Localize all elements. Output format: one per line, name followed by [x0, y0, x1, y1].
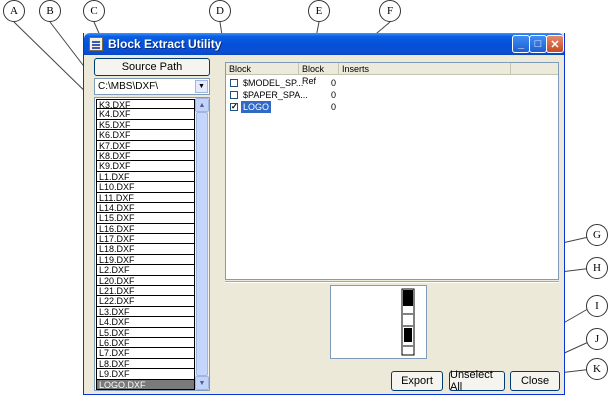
- divider: [225, 281, 559, 283]
- file-list-item[interactable]: L5.DXF: [96, 327, 195, 338]
- block-extract-window: Block Extract Utility _ □ ✕ Source Path …: [83, 33, 565, 395]
- file-list-item[interactable]: L19.DXF: [96, 254, 195, 266]
- callout-h: H: [586, 257, 608, 279]
- callout-i: I: [586, 295, 608, 317]
- scroll-up-icon[interactable]: ▲: [195, 98, 209, 112]
- block-checkbox[interactable]: [230, 79, 238, 87]
- file-rows: K3.DXF K4.DXF K5.DXF K6.DXF K7.DXF K8.DXF K9.D…: [96, 99, 195, 390]
- callout-g: G: [586, 224, 608, 246]
- app-icon: [89, 37, 103, 51]
- col-block-ref[interactable]: Block Ref: [299, 63, 339, 86]
- block-name: $MODEL_SP...: [243, 78, 304, 88]
- file-list-item[interactable]: L16.DXF: [96, 223, 195, 235]
- unselect-all-button[interactable]: Unselect All: [449, 369, 505, 393]
- callout-f: F: [379, 0, 401, 22]
- file-list-item[interactable]: L1.DXF: [96, 171, 195, 183]
- callout-b: B: [39, 0, 61, 22]
- callout-k: K: [586, 358, 608, 380]
- file-list-item[interactable]: L8.DXF: [96, 358, 195, 370]
- block-preview: [330, 285, 427, 359]
- file-list-item[interactable]: LOGO.DXF: [96, 379, 195, 390]
- file-list-item[interactable]: L4.DXF: [96, 317, 195, 328]
- scroll-down-icon[interactable]: ▼: [195, 376, 209, 390]
- file-list-item[interactable]: L18.DXF: [96, 244, 195, 255]
- minimize-button[interactable]: _: [512, 35, 530, 53]
- file-list-item[interactable]: L9.DXF: [96, 369, 195, 380]
- block-ref-count: 0: [330, 102, 336, 112]
- file-list-item[interactable]: K4.DXF: [96, 109, 195, 120]
- file-list-item[interactable]: L2.DXF: [96, 265, 195, 276]
- col-block[interactable]: Block: [226, 63, 299, 75]
- preview-drawing: [401, 288, 415, 356]
- window-title: Block Extract Utility: [108, 37, 222, 51]
- callout-c: C: [83, 0, 105, 22]
- file-list-item[interactable]: K7.DXF: [96, 140, 195, 151]
- file-list-item[interactable]: L20.DXF: [96, 275, 195, 287]
- file-list-item[interactable]: L11.DXF: [96, 192, 195, 203]
- block-list[interactable]: Block Block Ref Inserts $MODEL_SP... 0 $PA…: [225, 62, 559, 280]
- file-list-item[interactable]: K3.DXF: [96, 99, 195, 110]
- file-list-item[interactable]: L3.DXF: [96, 306, 195, 318]
- file-list-item[interactable]: L10.DXF: [96, 182, 195, 193]
- file-list-item[interactable]: L7.DXF: [96, 348, 195, 359]
- file-list-item[interactable]: K5.DXF: [96, 119, 195, 131]
- file-list-item[interactable]: L6.DXF: [96, 337, 195, 349]
- block-row[interactable]: $PAPER_SPA... 0: [226, 89, 556, 101]
- maximize-button[interactable]: □: [529, 35, 547, 53]
- block-ref-count: 0: [330, 90, 336, 100]
- block-checkbox[interactable]: ✓: [230, 103, 238, 111]
- block-row[interactable]: ✓ LOGO 0: [226, 101, 556, 113]
- chevron-down-icon[interactable]: ▼: [195, 80, 208, 93]
- file-list-item[interactable]: L17.DXF: [96, 234, 195, 245]
- file-list-item[interactable]: L21.DXF: [96, 286, 195, 297]
- dxf-file-list[interactable]: K3.DXF K4.DXF K5.DXF K6.DXF K7.DXF K8.DXF K9.D…: [94, 97, 210, 391]
- callout-d: D: [209, 0, 231, 22]
- block-ref-count: 0: [330, 78, 336, 88]
- close-window-button[interactable]: ✕: [546, 35, 564, 53]
- file-list-item[interactable]: K9.DXF: [96, 161, 195, 172]
- callout-j: J: [586, 328, 608, 350]
- block-checkbox[interactable]: [230, 91, 238, 99]
- file-list-item[interactable]: K6.DXF: [96, 130, 195, 141]
- file-list-item[interactable]: K8.DXF: [96, 150, 195, 162]
- block-name: LOGO: [241, 101, 272, 113]
- callout-a: A: [3, 0, 25, 22]
- export-button[interactable]: Export: [391, 371, 443, 391]
- col-inserts[interactable]: Inserts: [339, 63, 511, 75]
- scroll-thumb[interactable]: [196, 112, 208, 376]
- file-list-scrollbar[interactable]: ▲ ▼: [195, 98, 209, 390]
- block-list-header: Block Block Ref Inserts: [226, 63, 558, 86]
- title-bar[interactable]: Block Extract Utility _ □ ✕: [84, 33, 564, 55]
- file-list-item[interactable]: L14.DXF: [96, 202, 195, 214]
- file-list-item[interactable]: L22.DXF: [96, 296, 195, 307]
- close-button[interactable]: Close: [510, 371, 560, 391]
- path-combo[interactable]: C:\MBS\DXF\ ▼: [94, 78, 210, 95]
- callout-e: E: [308, 0, 330, 22]
- path-combo-value: C:\MBS\DXF\: [98, 81, 159, 92]
- block-name: $PAPER_SPA...: [243, 90, 308, 100]
- file-list-item[interactable]: L15.DXF: [96, 213, 195, 224]
- block-row[interactable]: $MODEL_SP... 0: [226, 77, 556, 89]
- source-path-button[interactable]: Source Path: [94, 58, 210, 76]
